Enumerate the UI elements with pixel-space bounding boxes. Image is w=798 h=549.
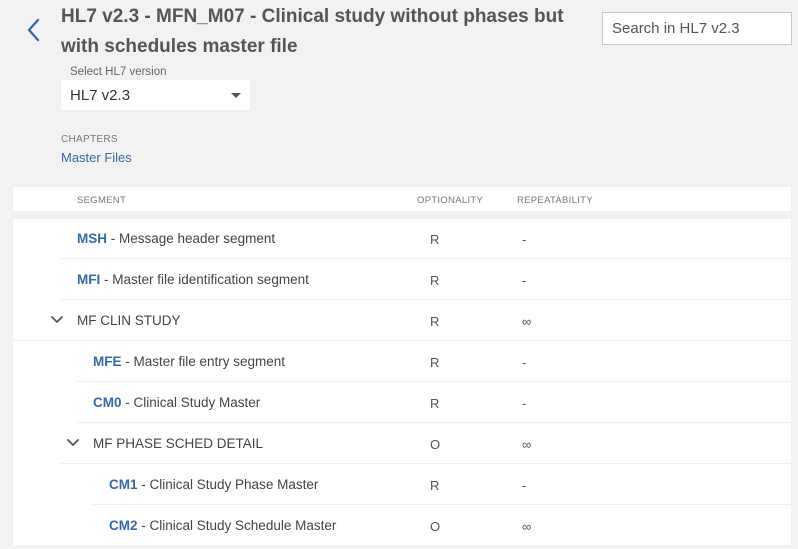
- version-select[interactable]: HL7 v2.3: [61, 80, 250, 110]
- repeatability-value: -: [522, 273, 527, 288]
- optionality-value: R: [430, 478, 440, 493]
- version-select-value: HL7 v2.3: [70, 86, 131, 104]
- segment-code-link[interactable]: CM2: [109, 518, 138, 533]
- optionality-value: R: [430, 273, 440, 288]
- optionality-value: R: [430, 232, 440, 247]
- table-row[interactable]: MSH - Message header segment R -: [61, 219, 791, 259]
- optionality-value: O: [430, 519, 441, 534]
- version-select-label: Select HL7 version: [70, 66, 167, 78]
- segment-code-link[interactable]: CM1: [109, 477, 138, 492]
- table-row-group[interactable]: MF CLIN STUDY R ∞: [13, 301, 791, 341]
- repeatability-value: -: [522, 232, 527, 247]
- segment-table: MSH - Message header segment R - MFI - M…: [13, 219, 791, 545]
- chevron-down-icon[interactable]: [65, 435, 81, 451]
- table-row[interactable]: MFE - Master file entry segment R -: [77, 342, 791, 382]
- caret-down-icon: [231, 92, 241, 98]
- chapter-link-master-files[interactable]: Master Files: [61, 150, 132, 165]
- repeatability-value: ∞: [522, 314, 532, 329]
- segment-description: - Clinical Study Phase Master: [137, 477, 319, 492]
- page-title: HL7 v2.3 - MFN_M07 - Clinical study with…: [61, 6, 564, 57]
- segment-code-link[interactable]: CM0: [93, 395, 122, 410]
- segment-code-link[interactable]: MFI: [77, 272, 100, 287]
- column-header-repeatability: REPEATABILITY: [517, 195, 593, 206]
- segment-cell: MSH - Message header segment: [77, 231, 275, 246]
- optionality-value: R: [430, 355, 440, 370]
- segment-code-link[interactable]: MFE: [93, 354, 122, 369]
- segment-description: - Clinical Study Master: [121, 395, 261, 410]
- column-header-optionality: OPTIONALITY: [417, 195, 484, 206]
- search-input[interactable]: [602, 12, 792, 45]
- segment-description: - Message header segment: [107, 231, 276, 246]
- table-row[interactable]: MFI - Master file identification segment…: [61, 260, 791, 300]
- repeatability-value: ∞: [522, 437, 532, 452]
- repeatability-value: ∞: [522, 519, 532, 534]
- chevron-left-icon: [27, 18, 40, 42]
- optionality-value: R: [430, 314, 440, 329]
- segment-cell: CM0 - Clinical Study Master: [93, 395, 260, 410]
- segment-code-link[interactable]: MSH: [77, 231, 107, 246]
- optionality-value: O: [430, 437, 441, 452]
- table-header: SEGMENT OPTIONALITY REPEATABILITY: [13, 187, 791, 211]
- segment-cell: MFI - Master file identification segment: [77, 272, 309, 287]
- back-button[interactable]: [20, 15, 46, 45]
- segment-description: - Clinical Study Schedule Master: [137, 518, 337, 533]
- table-row[interactable]: CM2 - Clinical Study Schedule Master O ∞: [93, 506, 791, 546]
- segment-description: - Master file entry segment: [121, 354, 286, 369]
- column-header-segment: SEGMENT: [77, 195, 127, 206]
- repeatability-value: -: [522, 478, 527, 493]
- repeatability-value: -: [522, 355, 527, 370]
- segment-cell: CM1 - Clinical Study Phase Master: [109, 477, 318, 492]
- chapters-label: CHAPTERS: [61, 134, 118, 145]
- segment-description: - Master file identification segment: [100, 272, 309, 287]
- repeatability-value: -: [522, 396, 527, 411]
- chevron-down-icon[interactable]: [49, 312, 65, 328]
- table-row-group[interactable]: MF PHASE SCHED DETAIL O ∞: [61, 424, 791, 464]
- optionality-value: R: [430, 396, 440, 411]
- segment-cell: MFE - Master file entry segment: [93, 354, 285, 369]
- segment-group-name: MF CLIN STUDY: [77, 313, 181, 328]
- table-row[interactable]: CM1 - Clinical Study Phase Master R -: [93, 465, 791, 505]
- segment-group-name: MF PHASE SCHED DETAIL: [93, 436, 264, 451]
- table-row[interactable]: CM0 - Clinical Study Master R -: [77, 383, 791, 423]
- segment-cell: CM2 - Clinical Study Schedule Master: [109, 518, 336, 533]
